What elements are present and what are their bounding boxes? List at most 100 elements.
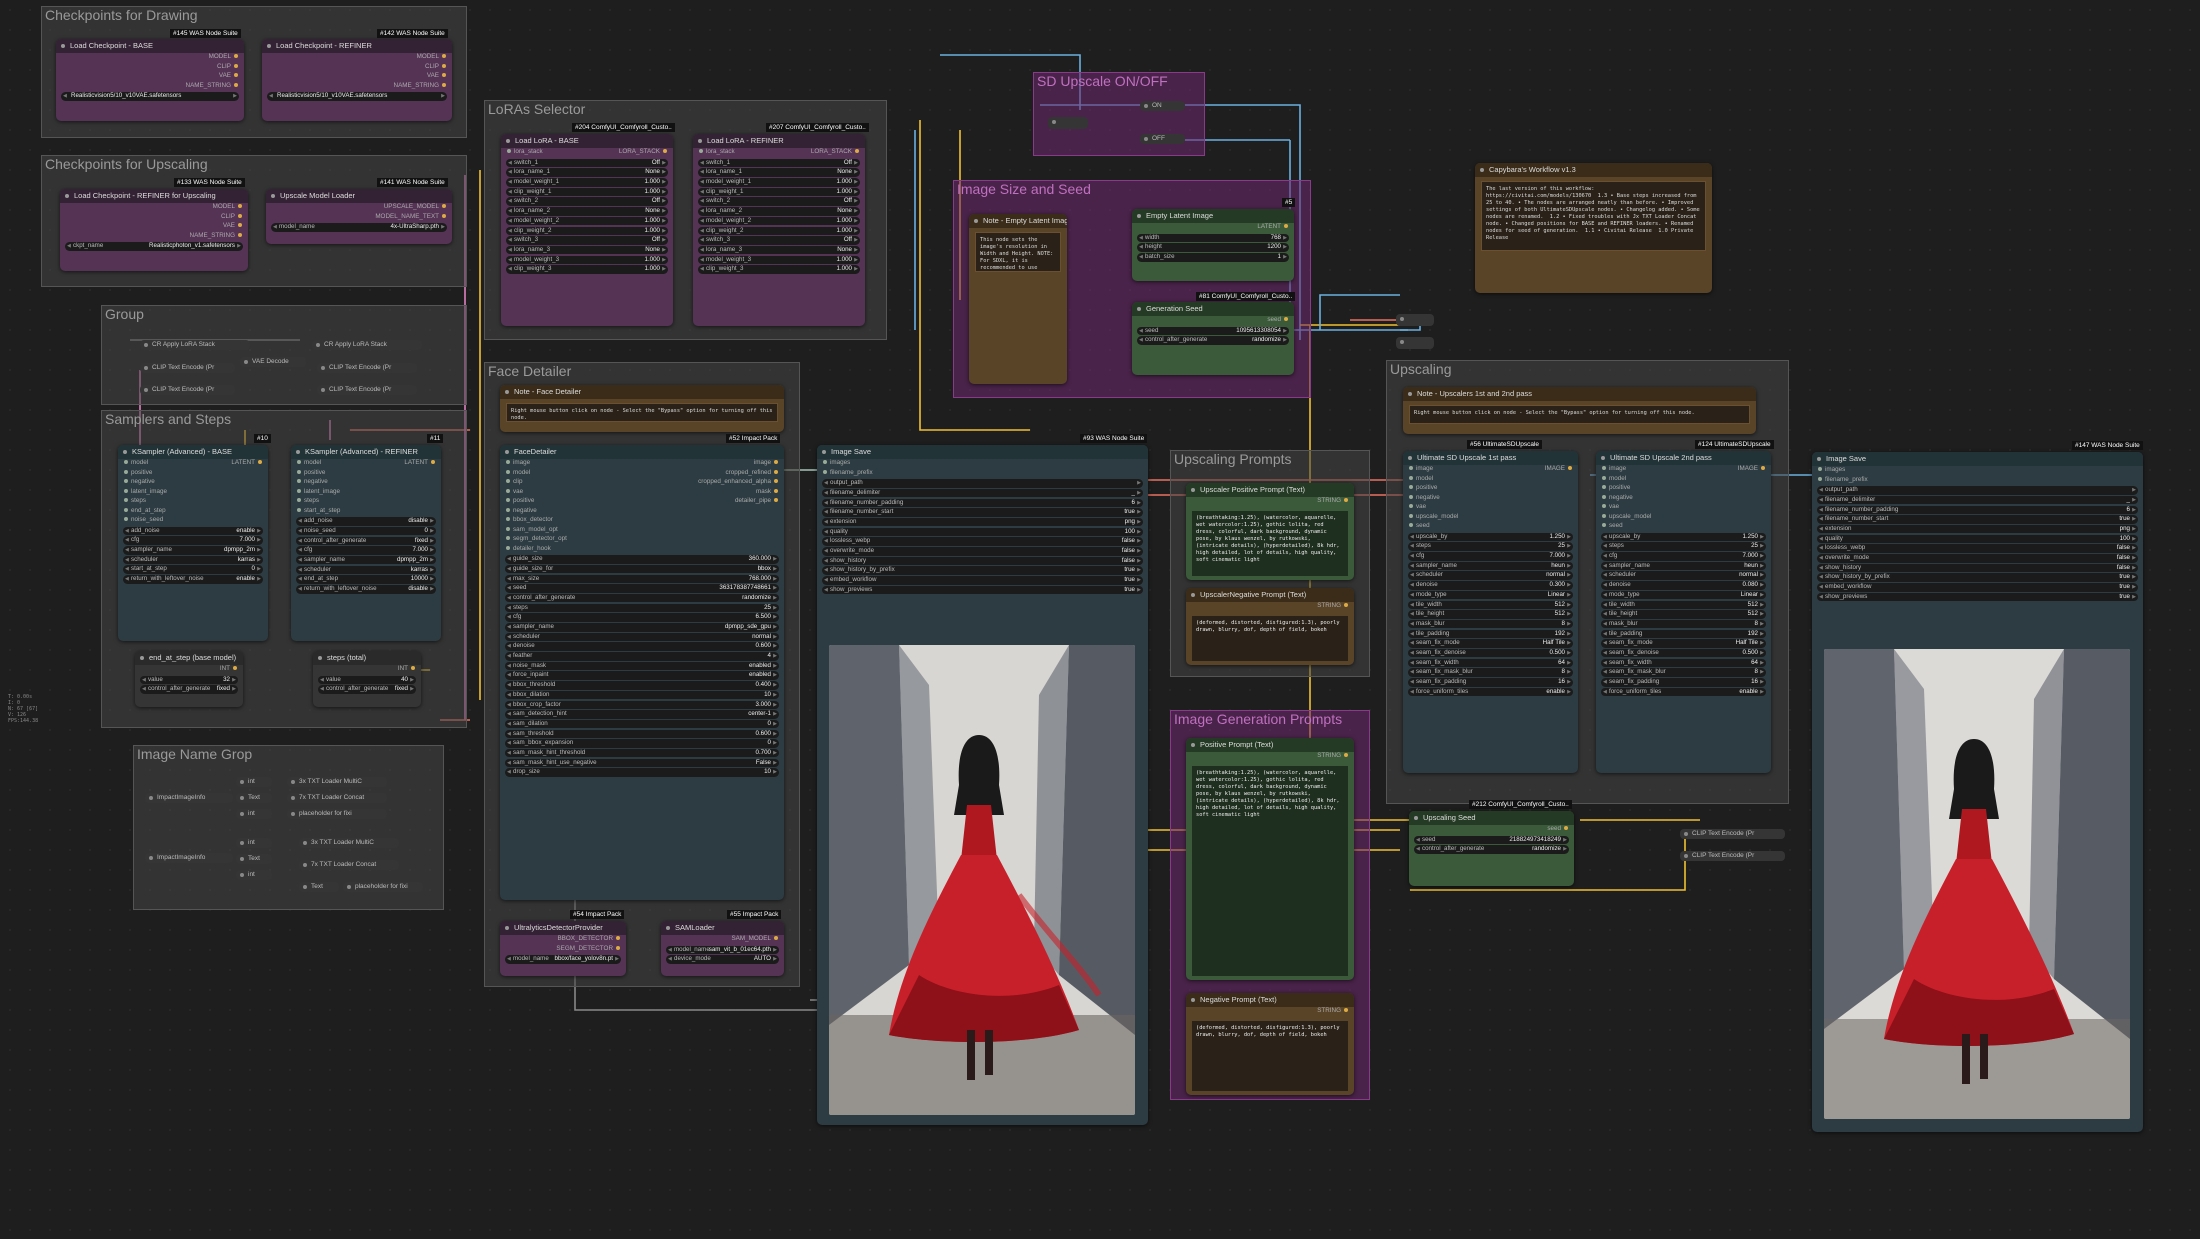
input-images[interactable]: images (1818, 466, 1845, 473)
node-positive-prompt[interactable]: Positive Prompt (Text) STRING (breathtak… (1186, 738, 1354, 980)
output-int[interactable]: INT (398, 665, 415, 672)
widget-show-history-by-prefix[interactable]: show_history_by_prefix true (1817, 573, 2138, 582)
output-string[interactable]: STRING (1317, 602, 1348, 609)
input-latent-image[interactable]: latent_image (297, 488, 340, 495)
widget-control-after-generate[interactable]: control_after_generate randomize (1414, 845, 1569, 854)
widget-lora-name-3[interactable]: lora_name_3 None (506, 245, 668, 255)
model-name-widget[interactable]: model_name 4x-UltraSharp.pth (271, 223, 447, 232)
widget-add-noise[interactable]: add_noise disable (296, 517, 436, 526)
int-slot[interactable]: int (236, 870, 272, 880)
widget-switch-1[interactable]: switch_1 Off (506, 158, 668, 168)
input-filename-prefix[interactable]: filename_prefix (1818, 476, 1868, 483)
node-load-lora-refiner[interactable]: Load LoRA - REFINER lora_stack LORA_STACK… (693, 134, 865, 326)
widget-bbox-crop-factor[interactable]: bbox_crop_factor 3.000 (505, 700, 779, 709)
widget-clip-weight-1[interactable]: clip_weight_1 1.000 (698, 187, 860, 197)
widget-filename-number-padding[interactable]: filename_number_padding 6 (822, 498, 1143, 508)
control-after-generate-widget[interactable]: control_after_generate fixed (140, 685, 238, 694)
output-string[interactable]: STRING (1317, 752, 1348, 759)
node-clip-text-encode-3[interactable]: CLIP Text Encode (Pr (140, 385, 235, 395)
node-clip-text-encode-2[interactable]: CLIP Text Encode (Pr (317, 363, 417, 373)
input-seed[interactable]: seed (1602, 522, 1623, 529)
widget-upscale-by[interactable]: upscale_by 1.250 (1601, 532, 1766, 542)
node-image-save-2[interactable]: Image Save images filename_prefix output… (1812, 452, 2143, 1132)
widget-sampler-name[interactable]: sampler_name dpmpp_2m (123, 546, 263, 555)
input-sam-model-opt[interactable]: sam_model_opt (506, 526, 558, 533)
widget-seam-fix-denoise[interactable]: seam_fix_denoise 0.500 (1408, 648, 1573, 658)
node-ksampler-base[interactable]: KSampler (Advanced) - BASE model LATENT p… (118, 445, 268, 641)
node-7x-txt-loader-concat-1[interactable]: 7x TXT Loader Concat (287, 793, 387, 803)
widget-seed[interactable]: seed 363178387748661 (505, 584, 779, 593)
input-model[interactable]: model (124, 459, 148, 466)
widget-mode-type[interactable]: mode_type Linear (1408, 590, 1573, 600)
input-segm-detector-opt[interactable]: segm_detector_opt (506, 535, 567, 542)
widget-add-noise[interactable]: add_noise enable (123, 526, 263, 536)
widget-sam-detection-hint[interactable]: sam_detection_hint center-1 (505, 710, 779, 719)
preview-image[interactable] (829, 645, 1135, 1115)
node-ultimate-sd-upscale-1st[interactable]: Ultimate SD Upscale 1st pass image IMAGE m… (1403, 451, 1578, 773)
int-slot[interactable]: int (236, 809, 272, 819)
widget-seed[interactable]: seed 218824973418249 (1414, 835, 1569, 845)
widget-model-name[interactable]: model_namesam_vit_b_01ec64.pth (666, 945, 779, 955)
node-7x-txt-loader-concat-2[interactable]: 7x TXT Loader Concat (299, 860, 399, 870)
widget-max-size[interactable]: max_size 768.000 (505, 574, 779, 584)
widget-scheduler[interactable]: scheduler normal (1601, 571, 1766, 580)
widget-width[interactable]: width 768 (1137, 233, 1289, 243)
output-upscale-model[interactable]: UPSCALE_MODEL (384, 203, 446, 210)
node-cr-apply-lora-stack-2[interactable]: CR Apply LoRA Stack (312, 340, 422, 350)
input-end-at-step[interactable]: end_at_step (124, 507, 166, 514)
widget-tile-height[interactable]: tile_height 512 (1601, 610, 1766, 619)
widget-sam-mask-hint-use-negative[interactable]: sam_mask_hint_use_negative False (505, 758, 779, 768)
widget-return-with-leftover-noise[interactable]: return_with_leftover_noise enable (123, 575, 263, 584)
switch-input-node[interactable] (1048, 117, 1088, 129)
widget-sam-mask-hint-threshold[interactable]: sam_mask_hint_threshold 0.700 (505, 748, 779, 758)
widget-steps[interactable]: steps 25 (1408, 542, 1573, 551)
output-model[interactable]: MODEL (209, 53, 238, 60)
prompt-text[interactable]: (deformed, distorted, disfigured:1.3), p… (1192, 615, 1348, 661)
widget-cfg[interactable]: cfg 7.000 (1601, 552, 1766, 561)
widget-return-with-leftover-noise[interactable]: return_with_leftover_noise disable (296, 585, 436, 594)
input-image[interactable]: image (506, 459, 530, 466)
output-model[interactable]: MODEL (213, 203, 242, 210)
note-face-detailer[interactable]: Note - Face Detailer Right mouse button … (500, 385, 784, 432)
widget-extension[interactable]: extension png (822, 517, 1143, 527)
widget-seam-fix-denoise[interactable]: seam_fix_denoise 0.500 (1601, 648, 1766, 658)
node-placeholder-1[interactable]: placeholder for fixi (287, 809, 387, 819)
widget-embed-workflow[interactable]: embed_workflow true (1817, 583, 2138, 592)
node-clip-text-encode-upscale-1[interactable]: CLIP Text Encode (Pr (1680, 829, 1785, 839)
output-vae[interactable]: VAE (219, 72, 238, 79)
ckpt-name-widget[interactable]: Realisticvision5/10_v10VAE.safetensors (61, 92, 239, 101)
output-clip[interactable]: CLIP (217, 63, 238, 70)
widget-lora-name-2[interactable]: lora_name_2 None (506, 207, 668, 216)
widget-overwrite-mode[interactable]: overwrite_mode false (822, 547, 1143, 556)
node-sam-loader[interactable]: SAMLoader SAM_MODEL model_namesam_vit_b_… (661, 921, 784, 976)
value-widget[interactable]: value 40 (318, 675, 416, 685)
input-positive[interactable]: positive (124, 469, 152, 476)
node-ultimate-sd-upscale-2nd[interactable]: Ultimate SD Upscale 2nd pass image IMAGE m… (1596, 451, 1771, 773)
node-negative-prompt[interactable]: Negative Prompt (Text) STRING (deformed,… (1186, 993, 1354, 1095)
output-lora-stack[interactable]: LORA_STACK (811, 148, 859, 155)
note-text[interactable]: Right mouse button click on node - Selec… (506, 403, 778, 422)
input-filename-prefix[interactable]: filename_prefix (823, 469, 873, 476)
widget-filename-number-start[interactable]: filename_number_start true (822, 508, 1143, 517)
widget-seam-fix-width[interactable]: seam_fix_width 64 (1601, 658, 1766, 668)
node-upscale-model-loader[interactable]: Upscale Model Loader UPSCALE_MODEL MODEL… (266, 189, 452, 244)
widget-scheduler[interactable]: scheduler normal (505, 632, 779, 642)
widget-sam-bbox-expansion[interactable]: sam_bbox_expansion 0 (505, 739, 779, 748)
widget-seam-fix-padding[interactable]: seam_fix_padding 16 (1408, 678, 1573, 687)
widget-batch-size[interactable]: batch_size 1 (1137, 253, 1289, 262)
widget-scheduler[interactable]: scheduler karras (123, 555, 263, 565)
widget-embed-workflow[interactable]: embed_workflow true (822, 576, 1143, 585)
switch-on-node[interactable]: ON (1140, 101, 1185, 111)
output-sam-model[interactable]: SAM_MODEL (731, 935, 778, 942)
input-negative[interactable]: negative (297, 478, 328, 485)
output-clip[interactable]: CLIP (425, 63, 446, 70)
widget-filename-number-start[interactable]: filename_number_start true (1817, 515, 2138, 524)
widget-clip-weight-2[interactable]: clip_weight_2 1.000 (698, 226, 860, 235)
widget-mask-blur[interactable]: mask_blur 8 (1601, 619, 1766, 629)
text-slot[interactable]: Text (236, 793, 272, 803)
input-upscale-model[interactable]: upscale_model (1602, 513, 1651, 520)
text-slot[interactable]: Text (236, 854, 272, 864)
widget-cfg[interactable]: cfg 7.000 (1408, 552, 1573, 561)
output-vae[interactable]: VAE (223, 222, 242, 229)
output-cropped-refined[interactable]: cropped_refined (725, 469, 778, 476)
